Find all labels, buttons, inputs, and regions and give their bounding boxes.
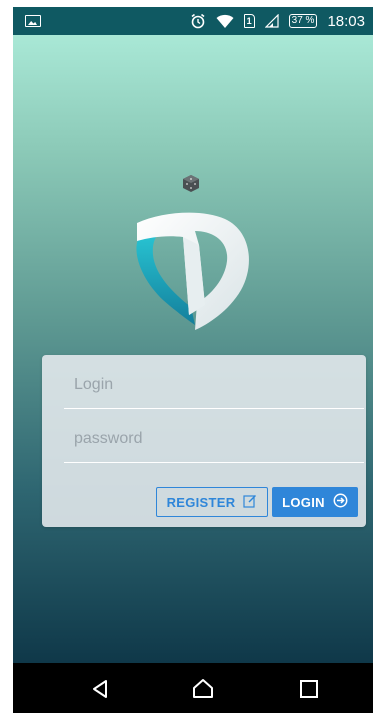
navigation-bar xyxy=(13,663,373,713)
alarm-icon xyxy=(190,13,206,29)
login-button[interactable]: LOGIN xyxy=(272,487,358,517)
phone-screen: 1 37 % 18:03 Login REGISTER LOGIN xyxy=(13,0,373,713)
home-icon[interactable] xyxy=(191,677,215,701)
register-label: REGISTER xyxy=(166,494,236,510)
password-input[interactable] xyxy=(72,429,356,449)
status-icons: 1 37 % 18:03 xyxy=(190,13,365,30)
signal-icon xyxy=(264,14,279,28)
status-bar: 1 37 % 18:03 xyxy=(13,7,373,35)
wifi-icon xyxy=(216,13,234,29)
app-logo xyxy=(133,175,255,335)
back-icon[interactable] xyxy=(89,677,113,701)
sim-icon: 1 xyxy=(243,14,255,28)
edit-icon xyxy=(243,494,257,511)
login-label: LOGIN xyxy=(282,494,325,510)
image-icon xyxy=(25,15,41,27)
recents-icon[interactable] xyxy=(297,677,321,701)
app-background: REGISTER LOGIN xyxy=(13,35,373,663)
clock: 18:03 xyxy=(327,12,365,30)
battery-icon: 37 % xyxy=(288,14,318,28)
button-row: REGISTER LOGIN xyxy=(156,487,358,517)
login-field[interactable] xyxy=(64,357,364,409)
register-button[interactable]: REGISTER xyxy=(156,487,268,517)
arrow-right-circle-icon xyxy=(333,493,348,511)
dice-icon xyxy=(183,175,199,192)
login-input[interactable] xyxy=(72,375,356,395)
password-field[interactable] xyxy=(64,411,364,463)
login-card: REGISTER LOGIN xyxy=(42,355,366,527)
